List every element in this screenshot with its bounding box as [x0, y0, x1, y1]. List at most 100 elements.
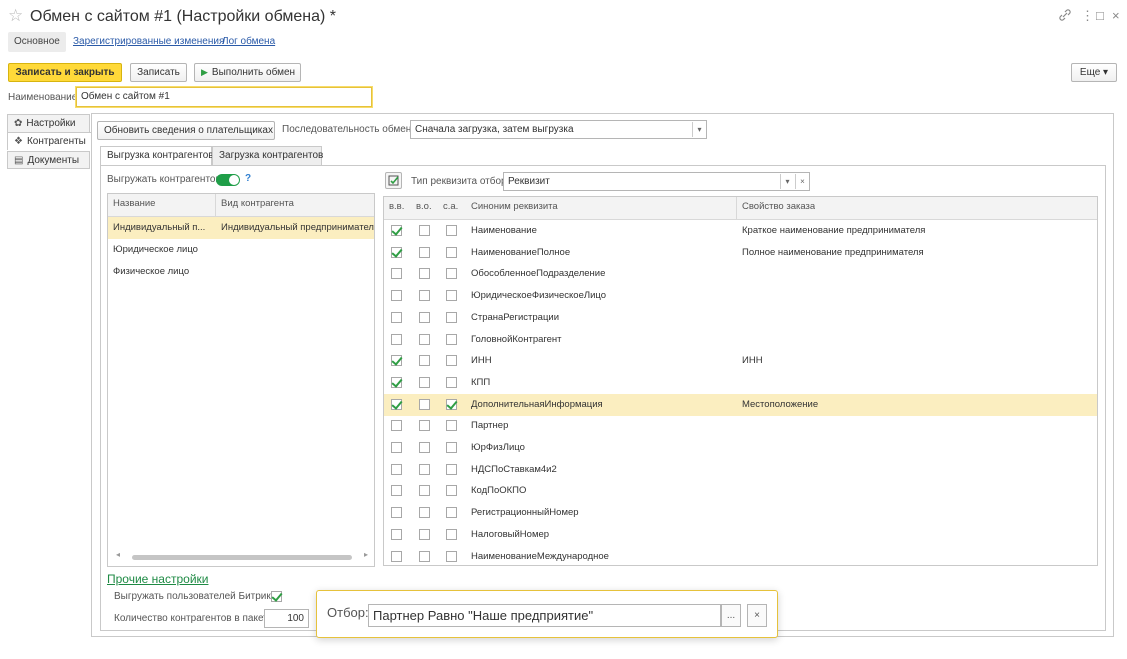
tab-import-counterparties[interactable]: Загрузка контрагентов — [212, 146, 323, 166]
link-icon[interactable] — [1059, 8, 1071, 26]
checkbox-vo[interactable] — [419, 246, 430, 258]
table-row[interactable]: НаименованиеМеждународное — [384, 546, 1097, 566]
checkbox-vo[interactable] — [419, 355, 430, 367]
update-payers-button[interactable]: Обновить сведения о плательщиках — [97, 121, 275, 140]
filter-popup-input[interactable]: Партнер Равно "Наше предприятие" — [368, 604, 721, 627]
table-row[interactable]: Юридическое лицо — [108, 239, 374, 261]
filter-popup-clear-button[interactable]: × — [747, 604, 767, 627]
checkbox-sa[interactable] — [446, 268, 457, 280]
chevron-down-icon[interactable]: ▾ — [692, 122, 706, 137]
side-tab-documents[interactable]: ▤ Документы — [7, 151, 90, 169]
checkbox-sa[interactable] — [446, 246, 457, 258]
tab-main[interactable]: Основное — [8, 32, 66, 52]
checkbox-vo[interactable] — [419, 485, 430, 497]
checkbox-vv[interactable] — [391, 420, 402, 432]
filter-popup-select-button[interactable]: ... — [721, 604, 741, 627]
table-row[interactable]: НаименованиеПолное Полное наименование пр… — [384, 242, 1097, 264]
table-row[interactable]: РегистрационныйНомер — [384, 502, 1097, 524]
checkbox-vo[interactable] — [419, 420, 430, 432]
checkbox-vv[interactable] — [391, 507, 402, 519]
checkbox-vv[interactable] — [391, 376, 402, 388]
other-settings-link[interactable]: Прочие настройки — [107, 572, 208, 586]
checkbox-vo[interactable] — [419, 442, 430, 453]
table-row[interactable]: Индивидуальный п... Индивидуальный предп… — [108, 217, 374, 239]
checkbox-sa[interactable] — [446, 290, 457, 302]
filter-type-select[interactable]: Реквизит ▾ × — [503, 172, 810, 191]
checkbox-vv[interactable] — [391, 290, 402, 302]
checkbox-vo[interactable] — [419, 268, 430, 280]
name-input[interactable]: Обмен с сайтом #1 — [76, 87, 372, 107]
tab-exchange-log[interactable]: Лог обмена — [222, 32, 275, 52]
tab-registered-changes[interactable]: Зарегистрированные изменения — [73, 32, 224, 52]
checkbox-vo[interactable] — [419, 333, 430, 345]
favorite-star-icon[interactable]: ☆ — [8, 6, 23, 26]
filter-settings-button[interactable] — [385, 172, 402, 189]
checkbox-sa[interactable] — [446, 528, 457, 540]
checkbox-vo[interactable] — [419, 507, 430, 519]
checkbox-vo[interactable] — [419, 528, 430, 540]
scroll-right-icon[interactable]: ▸ — [364, 550, 368, 559]
checkbox-vo[interactable] — [419, 290, 430, 302]
table-row[interactable]: НалоговыйНомер — [384, 524, 1097, 546]
checkbox-vv[interactable] — [391, 485, 402, 497]
checkbox-sa[interactable] — [446, 485, 457, 497]
tab-export-counterparties[interactable]: Выгрузка контрагентов — [100, 146, 214, 166]
help-icon[interactable]: ? — [245, 173, 251, 184]
checkbox-vv[interactable] — [391, 550, 402, 562]
column-header-vv[interactable]: в.в. — [389, 201, 404, 212]
more-options-icon[interactable]: ⋮ — [1081, 8, 1094, 24]
table-row[interactable]: Наименование Краткое наименование предпри… — [384, 220, 1097, 242]
checkbox-sa[interactable] — [446, 507, 457, 519]
column-header-kind[interactable]: Вид контрагента — [221, 198, 294, 209]
table-row[interactable]: ГоловнойКонтрагент — [384, 329, 1097, 351]
table-row[interactable]: НДСПоСтавкам4и2 — [384, 459, 1097, 481]
checkbox-vv[interactable] — [391, 268, 402, 280]
checkbox-vo[interactable] — [419, 311, 430, 323]
table-row[interactable]: ЮридическоеФизическоеЛицо — [384, 285, 1097, 307]
batch-size-input[interactable]: 100 — [264, 609, 309, 628]
checkbox-vo[interactable] — [419, 550, 430, 562]
side-tab-settings[interactable]: ✿ Настройки — [7, 114, 90, 132]
chevron-down-icon[interactable]: ▾ — [780, 174, 794, 189]
column-header-vo[interactable]: в.о. — [416, 201, 432, 212]
table-row[interactable]: ЮрФизЛицо — [384, 437, 1097, 459]
checkbox-vv[interactable] — [391, 442, 402, 453]
checkbox-vv[interactable] — [391, 246, 402, 258]
checkbox-vo[interactable] — [419, 376, 430, 388]
table-row[interactable]: Партнер — [384, 415, 1097, 437]
checkbox-sa[interactable] — [446, 398, 457, 410]
checkbox-vv[interactable] — [391, 398, 402, 410]
side-tab-counterparties[interactable]: ❖ Контрагенты — [7, 132, 92, 150]
checkbox-sa[interactable] — [446, 550, 457, 562]
scroll-left-icon[interactable]: ◂ — [116, 550, 120, 559]
checkbox-vo[interactable] — [419, 398, 430, 410]
more-button[interactable]: Еще ▾ — [1071, 63, 1117, 82]
save-and-close-button[interactable]: Записать и закрыть — [8, 63, 122, 82]
checkbox-vv[interactable] — [391, 528, 402, 540]
column-header-synonym[interactable]: Синоним реквизита — [471, 201, 558, 212]
checkbox-vv[interactable] — [391, 311, 402, 323]
export-bitrix-checkbox[interactable] — [271, 591, 282, 602]
checkbox-vv[interactable] — [391, 463, 402, 475]
checkbox-vo[interactable] — [419, 225, 430, 236]
column-header-name[interactable]: Название — [113, 198, 155, 209]
column-header-sa[interactable]: с.а. — [443, 201, 458, 212]
table-row[interactable]: ОбособленноеПодразделение — [384, 263, 1097, 285]
checkbox-sa[interactable] — [446, 225, 457, 236]
close-icon[interactable]: × — [1112, 8, 1120, 24]
checkbox-vv[interactable] — [391, 333, 402, 345]
horizontal-scrollbar[interactable]: ◂ ▸ — [112, 550, 374, 562]
export-toggle[interactable] — [216, 174, 240, 186]
maximize-icon[interactable]: □ — [1096, 8, 1104, 24]
checkbox-vo[interactable] — [419, 463, 430, 475]
checkbox-sa[interactable] — [446, 463, 457, 475]
run-exchange-button[interactable]: ▶ Выполнить обмен — [194, 63, 301, 82]
table-row[interactable]: ИНН ИНН — [384, 350, 1097, 372]
table-row[interactable]: ДополнительнаяИнформация Местоположение — [384, 393, 1097, 416]
column-header-order-property[interactable]: Свойство заказа — [742, 201, 815, 212]
checkbox-sa[interactable] — [446, 311, 457, 323]
checkbox-sa[interactable] — [446, 420, 457, 432]
checkbox-sa[interactable] — [446, 333, 457, 345]
table-row[interactable]: КодПоОКПО — [384, 480, 1097, 502]
table-row[interactable]: Физическое лицо — [108, 261, 374, 283]
